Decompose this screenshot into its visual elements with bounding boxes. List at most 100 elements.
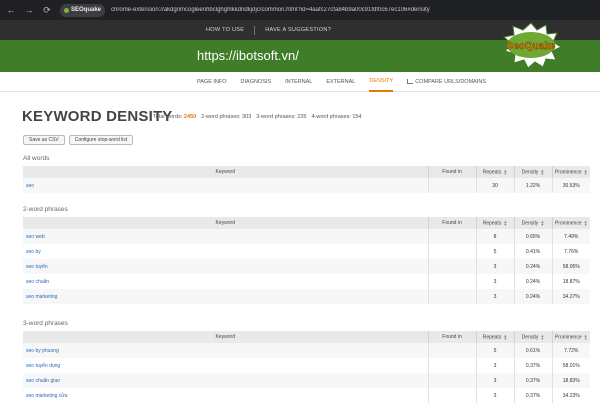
sort-arrows-icon[interactable]: ▲ ▼ (584, 219, 588, 226)
reload-icon[interactable]: ⟳ (40, 3, 54, 17)
density-table: Keyword Found in Repeats ▲ ▼ Density ▲ ▼ Promine… (23, 331, 590, 403)
keyword-link[interactable]: seo (23, 178, 429, 193)
cell-repeats: 3 (476, 289, 515, 304)
section-title: 3-word phrases (23, 320, 68, 327)
column-header-label: Keyword (215, 220, 235, 226)
save-csv-button[interactable]: Save as CSV (23, 135, 65, 145)
column-header-repeats[interactable]: Repeats ▲ ▼ (476, 166, 515, 178)
cell-density: 0.37% (514, 358, 553, 373)
total-words-value: 2450 (183, 114, 197, 120)
site-title: https://ibotsoft.vn/ (197, 48, 299, 63)
cell-repeats: 30 (476, 178, 515, 193)
word-stats: Total words: 2450 2-word phrases: 303 3-… (153, 114, 362, 120)
cell-found-in (428, 289, 477, 304)
two-word-value: 303 (242, 114, 252, 120)
sort-arrows-icon[interactable]: ▲ ▼ (540, 333, 544, 340)
how-to-use-link[interactable]: HOW TO USE (196, 27, 254, 33)
keyword-link[interactable]: seo tuyển (23, 259, 429, 274)
cell-prominence: 30.53% (552, 178, 590, 193)
back-arrow-icon[interactable]: ← (4, 3, 18, 17)
column-header-repeats[interactable]: Repeats ▲ ▼ (476, 217, 515, 229)
density-table: Keyword Found in Repeats ▲ ▼ Density ▲ ▼ Promine… (23, 166, 590, 193)
column-header-label: Found in (442, 169, 462, 175)
keyword-link[interactable]: seo by (23, 244, 429, 259)
section-title: 2-word phrases (23, 206, 68, 213)
column-header-label: Density (521, 169, 539, 176)
column-header-density[interactable]: Density ▲ ▼ (514, 166, 553, 178)
tab-compare[interactable]: COMPARE URLS/DOMAINS (407, 72, 486, 92)
cell-found-in (428, 373, 477, 388)
sort-arrows-icon[interactable]: ▲ ▼ (584, 333, 588, 340)
forward-arrow-icon[interactable]: → (22, 3, 36, 17)
sort-arrows-icon[interactable]: ▲ ▼ (503, 168, 507, 175)
sort-arrows-icon[interactable]: ▲ ▼ (540, 219, 544, 226)
column-header-label: Found in (442, 220, 462, 226)
keyword-link[interactable]: seo marketing (23, 289, 429, 304)
tab-density[interactable]: DENSITY (369, 72, 394, 92)
three-word-stat: 3-word phrases: 225 (256, 114, 306, 120)
keyword-link[interactable]: seo chuẩn giao (23, 373, 429, 388)
cell-repeats: 3 (476, 358, 515, 373)
page-title: KEYWORD DENSITY (22, 108, 173, 125)
cell-found-in (428, 343, 477, 358)
tab-page-info[interactable]: PAGE INFO (197, 72, 227, 92)
cell-density: 0.37% (514, 388, 553, 403)
cell-found-in (428, 178, 477, 193)
cell-density: 0.61% (514, 343, 553, 358)
sort-arrows-icon[interactable]: ▲ ▼ (503, 333, 507, 340)
seoquake-logo[interactable]: SeoQuake (500, 22, 562, 68)
cell-found-in (428, 259, 477, 274)
table-row: seo marketing cửa 3 0.37% 34.23% (23, 388, 590, 403)
tab-diagnosis[interactable]: DIAGNOSIS (241, 72, 272, 92)
cell-prominence: 58.01% (562, 362, 580, 369)
keyword-link[interactable]: seo tuyển dụng (23, 358, 429, 373)
cell-repeats: 3 (476, 259, 515, 274)
column-header-keyword: Keyword (23, 217, 429, 229)
sort-arrows-icon[interactable]: ▲ ▼ (540, 168, 544, 175)
keyword-link[interactable]: seo web (23, 229, 429, 244)
three-word-label: 3-word phrases: (256, 114, 296, 120)
cell-repeats: 8 (476, 229, 515, 244)
column-header-prominence[interactable]: Prominence ▲ ▼ (552, 331, 590, 343)
column-header-prominence[interactable]: Prominence ▲ ▼ (552, 217, 590, 229)
table-row: seo marketing 3 0.24% 34.27% (23, 289, 590, 304)
column-header-prominence[interactable]: Prominence ▲ ▼ (552, 166, 590, 178)
sort-arrows-icon[interactable]: ▲ ▼ (503, 219, 507, 226)
address-bar[interactable]: chrome-extension://akdgnmcogleenhbclghgh… (111, 7, 531, 13)
column-header-repeats[interactable]: Repeats ▲ ▼ (476, 331, 515, 343)
column-header-label: Repeats (482, 334, 502, 341)
cell-repeats: 5 (476, 244, 515, 259)
three-word-value: 225 (297, 114, 307, 120)
column-header-density[interactable]: Density ▲ ▼ (514, 217, 553, 229)
suggestion-link[interactable]: HAVE A SUGGESTION? (255, 27, 341, 33)
keyword-link[interactable]: seo marketing cửa (23, 388, 429, 403)
table-row: seo web 8 0.65% 7.49% (23, 229, 590, 244)
action-buttons: Save as CSV Configure stop-word list (23, 135, 134, 145)
configure-stopwords-button[interactable]: Configure stop-word list (68, 135, 134, 145)
cell-repeats: 3 (476, 388, 515, 403)
column-header-found-in: Found in (428, 217, 477, 229)
cell-prominence: 34.27% (552, 289, 590, 304)
tab-internal[interactable]: INTERNAL (285, 72, 312, 92)
column-header-label: Keyword (215, 169, 235, 175)
cell-prominence: 7.49% (552, 229, 590, 244)
column-header-keyword: Keyword (23, 331, 429, 343)
tab-external[interactable]: EXTERNAL (326, 72, 355, 92)
cell-found-in (428, 358, 477, 373)
four-word-value: 154 (352, 114, 362, 120)
column-header-label: Prominence (554, 169, 582, 176)
keyword-link[interactable]: seo chuẩn (23, 274, 429, 289)
sort-arrows-icon[interactable]: ▲ ▼ (584, 168, 588, 175)
cell-prominence: 58.05% (552, 259, 590, 274)
table-row: seo tuyển dụng 3 0.37% 58.01% (23, 358, 590, 373)
column-header-label: Prominence (554, 334, 582, 341)
cell-prominence: 18.83% (552, 373, 590, 388)
logo-wordmark: SeoQuake (507, 41, 556, 52)
keyword-link[interactable]: seo by phuong (23, 343, 429, 358)
extension-chip[interactable]: SEOquake (60, 3, 106, 17)
column-header-density[interactable]: Density ▲ ▼ (514, 331, 553, 343)
column-header-keyword: Keyword (23, 166, 429, 178)
tab-bar: PAGE INFO DIAGNOSIS INTERNAL EXTERNAL DE… (0, 72, 600, 92)
column-header-label: Keyword (215, 334, 235, 340)
cell-found-in (428, 244, 477, 259)
